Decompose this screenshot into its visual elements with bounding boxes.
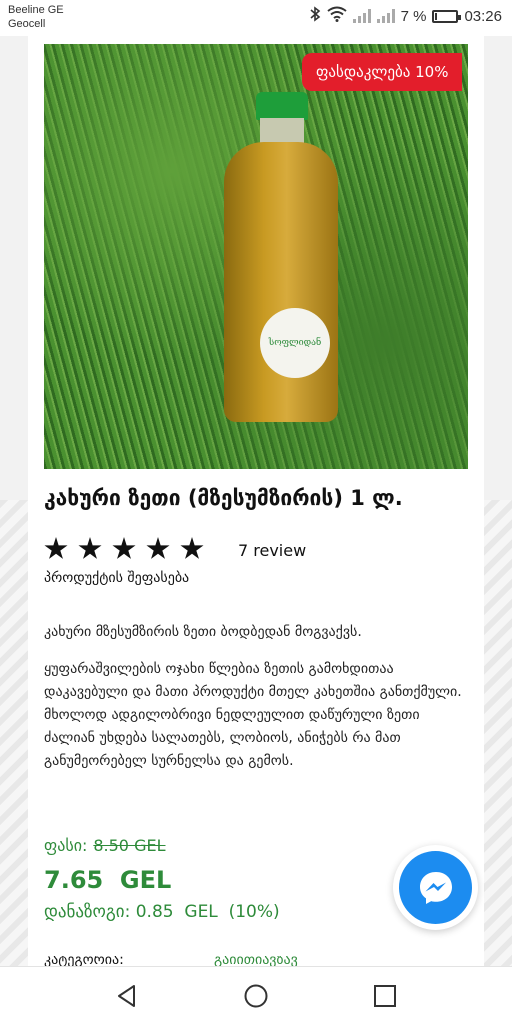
star-icon[interactable] — [180, 537, 204, 559]
battery-icon — [432, 9, 462, 23]
messenger-chat-button[interactable] — [393, 845, 478, 930]
signal-icon-2 — [376, 9, 395, 23]
old-price: 8.50 GEL — [93, 836, 166, 855]
price-label: ფასი: — [44, 836, 88, 855]
messenger-icon — [399, 851, 472, 924]
description-intro: კახური მზესუმზირის ზეთი ბოდბედან მოგვაქვ… — [44, 624, 362, 640]
star-icon[interactable] — [44, 537, 68, 559]
oil-bottle-illustration: სოფლიდან — [224, 92, 338, 422]
product-card: სოფლიდან ფასდაკლება 10% კახური ზეთი (მზე… — [28, 36, 484, 966]
description-body: ყუფარაშვილების ოჯახი წლებია ზეთის გამოხდ… — [44, 661, 462, 769]
battery-percent: 7 % — [400, 7, 427, 25]
product-title: კახური ზეთი (მზესუმზირის) 1 ლ. — [44, 486, 403, 510]
category-link[interactable]: გაიითიავზავ — [214, 956, 298, 966]
category-label: კატეგორია: — [44, 956, 124, 966]
navigation-bar — [0, 966, 512, 1024]
bluetooth-icon — [309, 6, 321, 26]
recent-apps-icon[interactable] — [372, 983, 398, 1013]
bottle-cap — [256, 92, 308, 120]
clock: 03:26 — [464, 7, 502, 25]
status-icons: 7 % 03:26 — [309, 6, 502, 26]
carrier-1: Beeline GE — [8, 4, 64, 16]
discount-badge: ფასდაკლება 10% — [302, 53, 463, 91]
back-icon[interactable] — [114, 983, 140, 1013]
sale-price: 7.65 GEL — [44, 866, 172, 894]
signal-icon — [352, 9, 371, 23]
bottle-body — [224, 142, 338, 422]
savings-text: დანაზოგი: 0.85 GEL (10%) — [44, 902, 280, 922]
status-bar: Beeline GE Geocell 7 % 03:26 — [0, 0, 512, 36]
wifi-icon — [326, 6, 347, 26]
star-icon[interactable] — [146, 537, 170, 559]
star-icon[interactable] — [78, 537, 102, 559]
star-icon[interactable] — [112, 537, 136, 559]
rate-product-link[interactable]: პროდუქტის შეფასება — [44, 570, 189, 586]
price-row: ფასი: 8.50 GEL — [44, 836, 166, 855]
bottle-neck — [260, 118, 304, 144]
carrier-2: Geocell — [8, 18, 46, 30]
bottle-logo: სოფლიდან — [260, 308, 330, 378]
product-image[interactable]: სოფლიდან ფასდაკლება 10% — [44, 44, 468, 469]
carrier-info: Beeline GE Geocell — [8, 3, 64, 31]
review-count[interactable]: 7 review — [238, 541, 306, 560]
category-row: კატეგორია: გაიითიავზავ — [44, 956, 464, 966]
home-icon[interactable] — [243, 983, 269, 1013]
rating-stars[interactable] — [44, 537, 204, 561]
